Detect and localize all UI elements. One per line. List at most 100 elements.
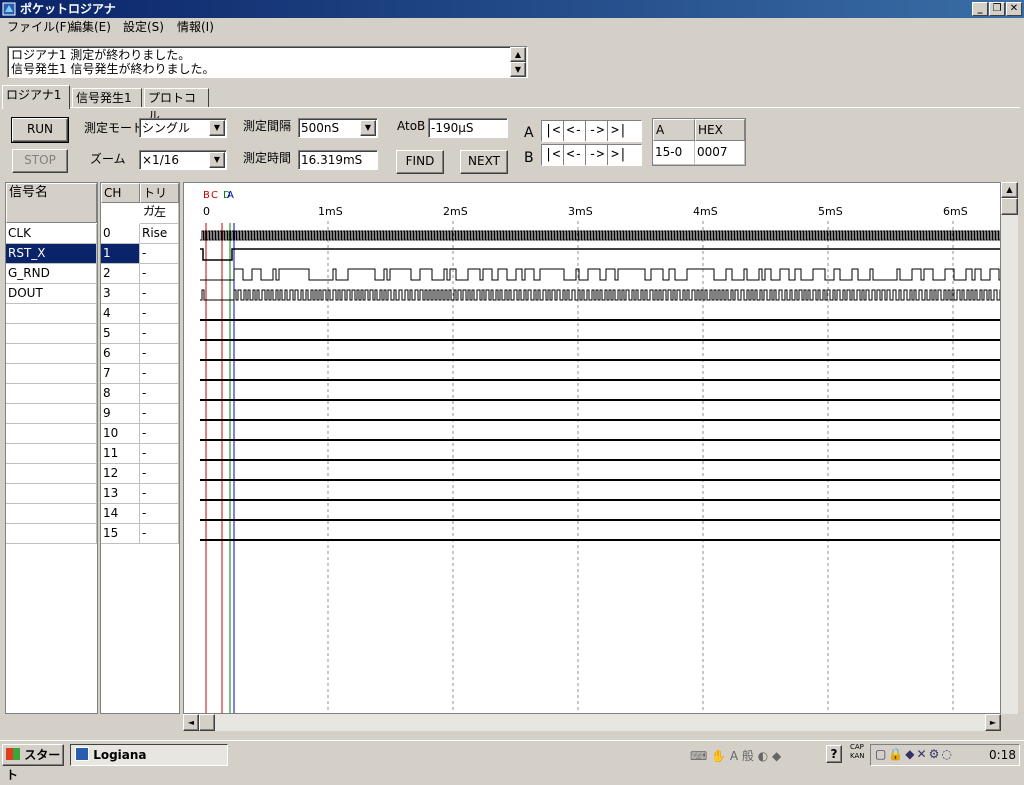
waveform-view[interactable]: 0 1mS 2mS 3mS 4mS 5mS 6mS B C D A [183,182,1001,714]
cursor-label: B [203,190,210,201]
waveform-hscroll[interactable]: ◄ ► [183,714,1001,731]
signal-name-cell[interactable] [6,324,97,344]
trigger-cell[interactable]: - [140,444,179,464]
ime-toolbar[interactable]: ⌨ ✋ A 般 ◐ ◆ [690,747,800,763]
interval-select[interactable]: 500nS ▼ [298,118,378,138]
signal-name-cell[interactable] [6,304,97,324]
first-edge-button[interactable]: |< [542,145,564,165]
scroll-left-icon[interactable]: ◄ [183,714,199,731]
cursor-b-nav: |< <- -> >| [541,144,642,166]
trigger-cell[interactable]: - [140,304,179,324]
restore-button[interactable]: ❐ [989,2,1005,16]
scroll-up-icon[interactable]: ▲ [510,47,526,62]
tab-logic-analyzer[interactable]: ロジアナ1 [2,85,70,109]
signal-name-cell[interactable] [6,384,97,404]
channel-number-cell[interactable]: 2 [101,264,140,284]
scroll-thumb[interactable] [199,714,215,731]
next-edge-button[interactable]: -> [586,145,608,165]
signal-name-cell[interactable]: DOUT [6,284,97,304]
trigger-cell[interactable]: Rise [140,224,179,244]
tab-signal-generator[interactable]: 信号発生1 [72,88,142,108]
minimize-button[interactable]: _ [972,2,988,16]
chevron-down-icon[interactable]: ▼ [209,120,225,136]
channel-number-cell[interactable]: 7 [101,364,140,384]
trigger-cell[interactable]: - [140,364,179,384]
hex-col-a: A [653,119,695,141]
run-button[interactable]: RUN [11,117,69,143]
channel-number-cell[interactable]: 8 [101,384,140,404]
stop-button[interactable]: STOP [12,149,68,173]
scroll-down-icon[interactable]: ▼ [510,62,526,77]
channel-number-cell[interactable]: 3 [101,284,140,304]
taskbar-item-logiana[interactable]: Logiana [70,744,228,766]
signal-name-cell[interactable] [6,364,97,384]
trigger-cell[interactable]: - [140,264,179,284]
scroll-right-icon[interactable]: ► [985,714,1001,731]
trigger-cell[interactable]: - [140,424,179,444]
channel-number-cell[interactable]: 14 [101,504,140,524]
channel-number-cell[interactable]: 5 [101,324,140,344]
trigger-cell[interactable]: - [140,504,179,524]
channel-number-cell[interactable]: 9 [101,404,140,424]
trigger-cell[interactable]: - [140,464,179,484]
app-icon [75,747,89,761]
menu-settings[interactable]: 設定(S) [123,20,164,34]
signal-name-cell[interactable] [6,464,97,484]
channel-number-cell[interactable]: 6 [101,344,140,364]
signal-name-cell[interactable]: CLK [6,224,97,244]
prev-edge-button[interactable]: <- [564,121,586,141]
first-edge-button[interactable]: |< [542,121,564,141]
trigger-cell[interactable]: - [140,384,179,404]
tab-protocol[interactable]: プロトコル [144,88,209,123]
find-button[interactable]: FIND [396,150,444,174]
channel-number-cell[interactable]: 4 [101,304,140,324]
trigger-cell[interactable]: - [140,244,179,264]
zoom-select[interactable]: ×1/16 ▼ [139,150,227,170]
prev-edge-button[interactable]: <- [564,145,586,165]
zoom-label: ズーム [90,152,126,166]
menu-file[interactable]: ファイル(F) [7,20,71,34]
channel-number-cell[interactable]: 11 [101,444,140,464]
signal-name-cell[interactable] [6,344,97,364]
waveform-vscroll[interactable]: ▲ [1001,182,1018,714]
message-scrollbar[interactable]: ▲ ▼ [510,47,527,77]
signal-name-cell[interactable] [6,504,97,524]
scroll-up-icon[interactable]: ▲ [1001,182,1018,198]
last-edge-button[interactable]: >| [608,145,630,165]
menu-edit[interactable]: 編集(E) [70,20,111,34]
signal-name-cell[interactable] [6,404,97,424]
signal-name-cell[interactable] [6,524,97,544]
last-edge-button[interactable]: >| [608,121,630,141]
signal-name-cell[interactable]: RST_X [6,244,97,264]
signal-name-cell[interactable] [6,444,97,464]
close-button[interactable]: ✕ [1006,2,1022,16]
signal-name-cell[interactable] [6,424,97,444]
next-button[interactable]: NEXT [460,150,508,174]
mode-select[interactable]: シングル ▼ [139,118,227,138]
channel-number-cell[interactable]: 13 [101,484,140,504]
signal-name-cell[interactable] [6,484,97,504]
trigger-cell[interactable]: - [140,484,179,504]
scroll-thumb[interactable] [1001,198,1018,215]
channel-number-cell[interactable]: 10 [101,424,140,444]
channel-number-cell[interactable]: 15 [101,524,140,544]
trigger-cell[interactable]: - [140,404,179,424]
trigger-cell[interactable]: - [140,344,179,364]
menu-info[interactable]: 情報(I) [177,20,214,34]
chevron-down-icon[interactable]: ▼ [360,120,376,136]
signal-name-cell[interactable]: G_RND [6,264,97,284]
time-label: 6mS [943,205,968,218]
next-edge-button[interactable]: -> [586,121,608,141]
trigger-cell[interactable]: - [140,524,179,544]
channel-number-cell[interactable]: 12 [101,464,140,484]
trigger-cell[interactable]: - [140,284,179,304]
channel-number-cell[interactable]: 1 [101,244,140,264]
tray-icons[interactable]: ▢🔒◆✕⚙◌ [875,747,954,761]
help-icon[interactable]: ? [826,745,842,763]
start-button[interactable]: スタート [2,744,64,782]
trigger-cell[interactable]: - [140,324,179,344]
chevron-down-icon[interactable]: ▼ [209,152,225,168]
mode-value: シングル [142,121,191,135]
system-tray: ▢🔒◆✕⚙◌ 0:18 [870,744,1020,766]
channel-number-cell[interactable]: 0 [101,224,140,244]
